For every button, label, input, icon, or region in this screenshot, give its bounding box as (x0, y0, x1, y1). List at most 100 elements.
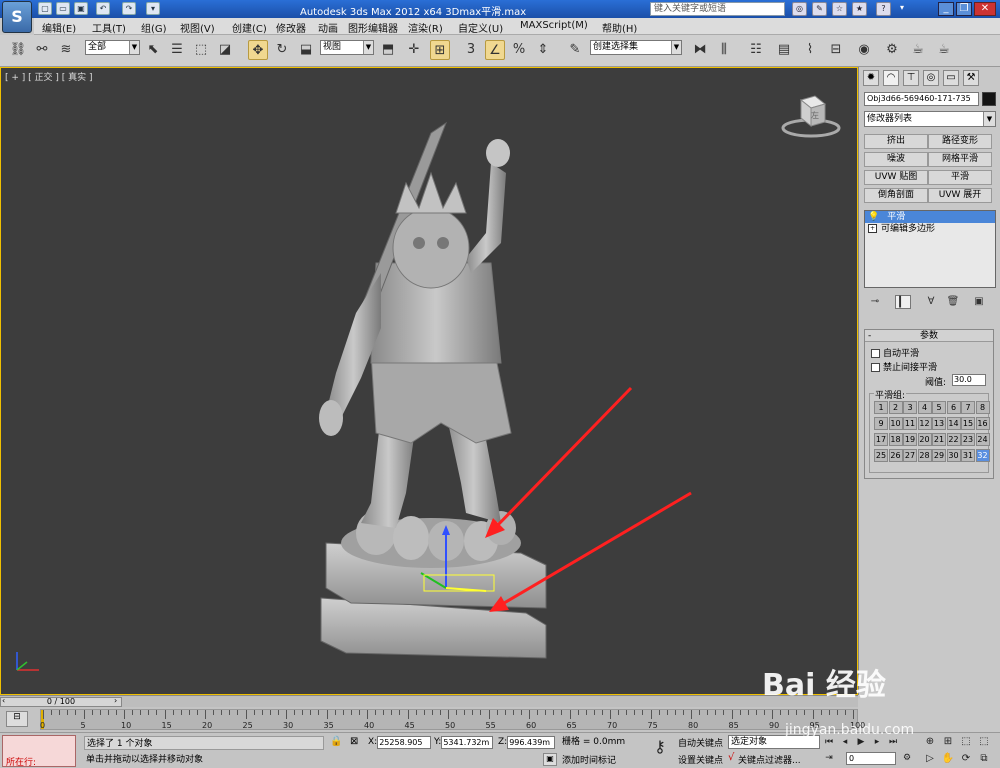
current-frame-field[interactable]: 0 (846, 752, 896, 765)
smoothing-group-24[interactable]: 24 (975, 433, 990, 446)
modifier-button-extrude[interactable]: 挤出 (864, 134, 928, 149)
zoom-extents-icon[interactable]: ⬚ (958, 735, 974, 749)
dropdown-icon[interactable]: ▾ (146, 2, 160, 15)
rollout-header[interactable]: - 参数 (865, 330, 993, 342)
pivot-center-icon[interactable]: ⬒ (378, 40, 398, 60)
smoothing-group-19[interactable]: 19 (903, 433, 917, 446)
key-mode-icon[interactable]: ⇥ (822, 752, 836, 765)
spinner-snap-icon[interactable]: ⇕ (533, 40, 553, 60)
smoothing-group-29[interactable]: 29 (932, 449, 946, 462)
pin-stack-icon[interactable]: ⊸ (867, 295, 883, 309)
modifier-button-unwrap-uvw[interactable]: UVW 展开 (928, 188, 992, 203)
smoothing-group-2[interactable]: 2 (888, 401, 903, 414)
time-tag-icon[interactable]: ▣ (543, 753, 557, 766)
time-config-icon[interactable]: ⚙ (900, 752, 914, 765)
menu-views[interactable]: 视图(V) (180, 20, 215, 35)
unlink-icon[interactable]: ⚯ (32, 40, 52, 60)
smoothing-group-9[interactable]: 9 (874, 417, 888, 430)
zoom-icon[interactable]: ⊕ (922, 735, 938, 749)
checkbox-box[interactable] (871, 363, 880, 372)
modifier-list-dropdown[interactable]: 修改器列表 ▼ (864, 111, 996, 127)
maximize-button[interactable]: ❐ (956, 2, 972, 16)
manipulate-icon[interactable]: ✛ (404, 40, 424, 60)
smoothing-group-28[interactable]: 28 (917, 449, 932, 462)
smoothing-group-1[interactable]: 1 (874, 401, 888, 414)
render-production-icon[interactable]: ☕ (934, 40, 954, 60)
pan-icon[interactable]: ✋ (940, 752, 956, 766)
smoothing-group-20[interactable]: 20 (917, 433, 932, 446)
field-of-view-icon[interactable]: ▷ (922, 752, 938, 766)
bind-space-warp-icon[interactable]: ≋ (56, 40, 76, 60)
favorite-icon[interactable]: ★ (852, 2, 867, 16)
angle-snap-icon[interactable]: ∠ (485, 40, 505, 60)
select-move-icon[interactable]: ✥ (248, 40, 268, 60)
time-slider[interactable]: 0 / 100 ‹ › (0, 695, 858, 707)
lock-icon[interactable]: 🔒 (330, 736, 342, 747)
named-selection-dropdown[interactable]: 创建选择集 ▼ (590, 40, 682, 55)
smoothing-group-11[interactable]: 11 (903, 417, 917, 430)
menu-modifiers[interactable]: 修改器 (276, 20, 306, 35)
slider-right-arrow[interactable]: › (114, 696, 117, 705)
smoothing-group-22[interactable]: 22 (946, 433, 961, 446)
menu-help[interactable]: 帮助(H) (602, 20, 637, 35)
auto-key-button[interactable]: 自动关键点 (678, 736, 723, 749)
open-icon[interactable]: ▭ (56, 2, 70, 15)
hierarchy-icon[interactable]: ⊤ (903, 70, 919, 86)
checkbox-box[interactable] (871, 349, 880, 358)
menu-group[interactable]: 组(G) (141, 20, 167, 35)
menu-create[interactable]: 创建(C) (232, 20, 267, 35)
show-end-result-icon[interactable]: ▎ (895, 295, 911, 309)
ref-coord-dropdown[interactable]: 视图 ▼ (320, 40, 374, 55)
material-editor-icon[interactable]: ◉ (854, 40, 874, 60)
x-field[interactable]: 25258.905 (377, 736, 432, 749)
viewport-perspective[interactable]: [ + ] [ 正交 ] [ 真实 ] 左 (0, 67, 858, 695)
key-filters-button[interactable]: 关键点过滤器... (738, 753, 801, 766)
smoothing-group-31[interactable]: 31 (961, 449, 975, 462)
mirror-icon[interactable]: ⧓ (690, 40, 710, 60)
utilities-icon[interactable]: ⚒ (963, 70, 979, 86)
expand-icon[interactable]: + (868, 224, 877, 233)
time-slider-thumb[interactable]: 0 / 100 (0, 697, 122, 707)
set-key-button[interactable]: 设置关键点 (678, 753, 723, 766)
align-icon[interactable]: ⫼ (714, 40, 734, 60)
lightbulb-icon[interactable]: 💡 (868, 212, 879, 222)
edit-named-sets-icon[interactable]: ✎ (565, 40, 585, 60)
smoothing-group-32[interactable]: 32 (975, 449, 990, 462)
smoothing-group-15[interactable]: 15 (961, 417, 975, 430)
schematic-view-icon[interactable]: ⊟ (826, 40, 846, 60)
threshold-spinner[interactable]: 30.0 (952, 374, 986, 386)
zoom-extents-all-icon[interactable]: ⬚ (976, 735, 992, 749)
modifier-button-path-deform[interactable]: 路径变形 (928, 134, 992, 149)
select-rotate-icon[interactable]: ↻ (272, 40, 292, 60)
smoothing-group-3[interactable]: 3 (903, 401, 917, 414)
render-frame-icon[interactable]: ☕ (908, 40, 928, 60)
help-icon[interactable]: ? (876, 2, 891, 16)
modifier-button-uvw-map[interactable]: UVW 贴图 (864, 170, 928, 185)
remove-modifier-icon[interactable]: 🗑 (945, 295, 961, 309)
smoothing-group-26[interactable]: 26 (888, 449, 903, 462)
percent-snap-icon[interactable]: % (509, 40, 529, 60)
orbit-icon[interactable]: ⟳ (958, 752, 974, 766)
menu-edit[interactable]: 编辑(E) (42, 20, 76, 35)
close-button[interactable]: ✕ (974, 2, 996, 16)
transform-mode-icon[interactable]: ⊠ (350, 736, 358, 747)
binoculars-icon[interactable]: ◎ (792, 2, 807, 16)
modifier-button-meshsmooth[interactable]: 网格平滑 (928, 152, 992, 167)
smoothing-group-13[interactable]: 13 (932, 417, 946, 430)
maxscript-listener[interactable]: 所在行: (2, 735, 76, 768)
menu-customize[interactable]: 自定义(U) (458, 20, 503, 35)
smoothing-group-17[interactable]: 17 (874, 433, 888, 446)
slider-left-arrow[interactable]: ‹ (2, 696, 5, 705)
search-input[interactable]: 键入关键字或短语 (650, 2, 785, 16)
link-icon[interactable]: ⛓ (8, 40, 28, 60)
select-object-icon[interactable]: ⬉ (143, 40, 163, 60)
smoothing-group-14[interactable]: 14 (946, 417, 961, 430)
curve-editor-icon[interactable]: ⌇ (800, 40, 820, 60)
motion-icon[interactable]: ◎ (923, 70, 939, 86)
smoothing-group-12[interactable]: 12 (917, 417, 932, 430)
chevron-down-icon[interactable]: ▾ (896, 2, 908, 16)
save-icon[interactable]: ▣ (74, 2, 88, 15)
smoothing-group-18[interactable]: 18 (888, 433, 903, 446)
smoothing-group-5[interactable]: 5 (932, 401, 946, 414)
keyboard-shortcut-icon[interactable]: ⊞ (430, 40, 450, 60)
